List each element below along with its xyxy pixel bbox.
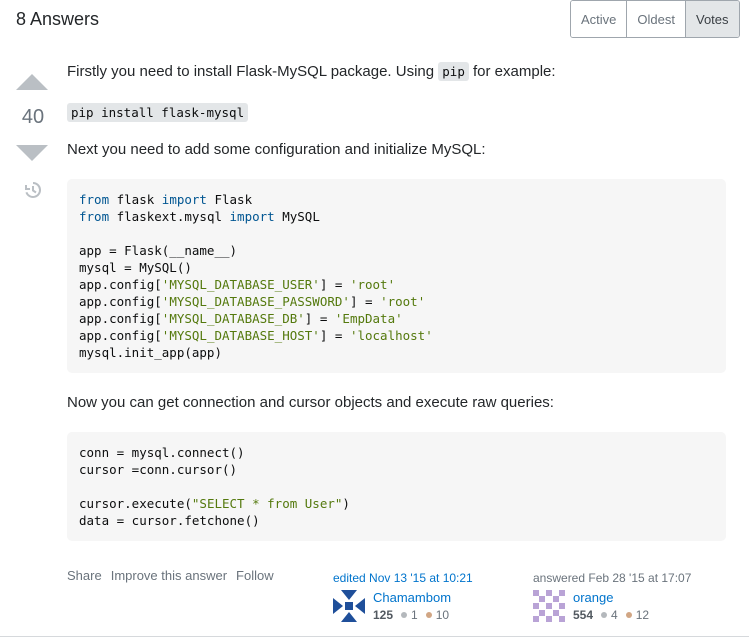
sort-tab-votes[interactable]: Votes bbox=[685, 1, 739, 37]
answer-paragraph-1: Firstly you need to install Flask-MySQL … bbox=[67, 62, 556, 82]
code-text: MySQL bbox=[274, 209, 320, 224]
editor-reputation: 125 bbox=[373, 608, 394, 622]
code-string: 'EmpData' bbox=[334, 311, 403, 326]
editor-signature: edited Nov 13 '15 at 10:21 Chamambom 125… bbox=[333, 571, 533, 622]
editor-silver-count: 1 bbox=[411, 608, 418, 622]
code-string: 'MYSQL_DATABASE_HOST' bbox=[161, 328, 320, 343]
code-line: conn = mysql.connect() bbox=[79, 445, 245, 460]
code-text: ) bbox=[342, 496, 350, 511]
sort-tabs: Active Oldest Votes bbox=[570, 0, 740, 38]
history-icon[interactable] bbox=[23, 180, 43, 200]
improve-answer-link[interactable]: Improve this answer bbox=[111, 568, 227, 583]
code-block-query: conn = mysql.connect() cursor =conn.curs… bbox=[67, 432, 726, 541]
code-line: cursor =conn.cursor() bbox=[79, 462, 238, 477]
code-text: app.config[ bbox=[79, 311, 162, 326]
author-username-link[interactable]: orange bbox=[573, 590, 613, 605]
code-line: app = Flask(__name__) bbox=[79, 243, 238, 258]
editor-avatar[interactable] bbox=[333, 590, 365, 622]
inline-code-pip: pip bbox=[438, 62, 469, 81]
author-signature: answered Feb 28 '15 at 17:07 orange 554 … bbox=[533, 571, 733, 622]
code-keyword: from bbox=[79, 209, 110, 224]
author-user-card: orange 554 4 12 bbox=[533, 590, 733, 622]
vote-count: 40 bbox=[21, 106, 45, 128]
code-keyword: import bbox=[161, 192, 207, 207]
bronze-badge-icon bbox=[425, 612, 432, 618]
code-string: 'root' bbox=[349, 277, 396, 292]
editor-bronze-count: 10 bbox=[435, 608, 450, 622]
code-text: Flask bbox=[206, 192, 253, 207]
code-line: mysql = MySQL() bbox=[79, 260, 192, 275]
silver-badge-icon bbox=[601, 612, 608, 618]
author-reputation: 554 bbox=[573, 608, 594, 622]
answer-paragraph-2: Next you need to add some configuration … bbox=[67, 141, 486, 158]
code-text: app.config[ bbox=[79, 294, 162, 309]
author-bronze-count: 12 bbox=[635, 608, 650, 622]
code-text: ] = bbox=[349, 294, 381, 309]
author-silver-count: 4 bbox=[611, 608, 618, 622]
code-string: 'MYSQL_DATABASE_PASSWORD' bbox=[161, 294, 350, 309]
install-command: pip install flask-mysql bbox=[67, 103, 249, 123]
code-block-config: from flask import Flask from flaskext.my… bbox=[67, 179, 726, 373]
follow-link[interactable]: Follow bbox=[236, 568, 274, 583]
downvote-arrow-icon[interactable] bbox=[16, 145, 48, 161]
code-line: data = cursor.fetchone() bbox=[79, 513, 260, 528]
editor-stats: 125 1 10 bbox=[373, 608, 449, 622]
code-string: 'root' bbox=[380, 294, 426, 309]
code-string: 'MYSQL_DATABASE_DB' bbox=[161, 311, 305, 326]
para1-text-before: Firstly you need to install Flask-MySQL … bbox=[67, 63, 439, 80]
answers-header-title: 8 Answers bbox=[16, 9, 100, 29]
answer-divider bbox=[0, 636, 749, 637]
author-avatar[interactable] bbox=[533, 590, 565, 622]
code-text: ] = bbox=[319, 328, 350, 343]
code-keyword: import bbox=[229, 209, 275, 224]
author-stats: 554 4 12 bbox=[573, 608, 649, 622]
code-string: "SELECT * from User" bbox=[191, 496, 343, 511]
code-text: flask bbox=[109, 192, 162, 207]
answer-paragraph-3: Now you can get connection and cursor ob… bbox=[67, 394, 554, 411]
bronze-badge-icon bbox=[625, 612, 632, 618]
post-menu: Share Improve this answer Follow bbox=[67, 568, 274, 583]
edited-timestamp-link[interactable]: edited Nov 13 '15 at 10:21 bbox=[333, 571, 533, 585]
sort-tab-active[interactable]: Active bbox=[571, 1, 628, 37]
code-text: cursor.execute( bbox=[79, 496, 192, 511]
upvote-arrow-icon[interactable] bbox=[16, 74, 48, 90]
inline-code-install: pip install flask-mysql bbox=[67, 103, 249, 122]
code-text: ] = bbox=[319, 277, 350, 292]
code-text: flaskext.mysql bbox=[109, 209, 230, 224]
code-text: ] = bbox=[304, 311, 335, 326]
code-line: mysql.init_app(app) bbox=[79, 345, 222, 360]
sort-tab-oldest[interactable]: Oldest bbox=[627, 1, 686, 37]
code-string: 'localhost' bbox=[349, 328, 433, 343]
code-text: app.config[ bbox=[79, 328, 162, 343]
code-text: app.config[ bbox=[79, 277, 162, 292]
editor-user-card: Chamambom 125 1 10 bbox=[333, 590, 533, 622]
code-keyword: from bbox=[79, 192, 110, 207]
share-link[interactable]: Share bbox=[67, 568, 102, 583]
silver-badge-icon bbox=[401, 612, 408, 618]
code-string: 'MYSQL_DATABASE_USER' bbox=[161, 277, 320, 292]
editor-username-link[interactable]: Chamambom bbox=[373, 590, 451, 605]
answered-timestamp: answered Feb 28 '15 at 17:07 bbox=[533, 571, 692, 585]
para1-text-after: for example: bbox=[468, 63, 556, 80]
